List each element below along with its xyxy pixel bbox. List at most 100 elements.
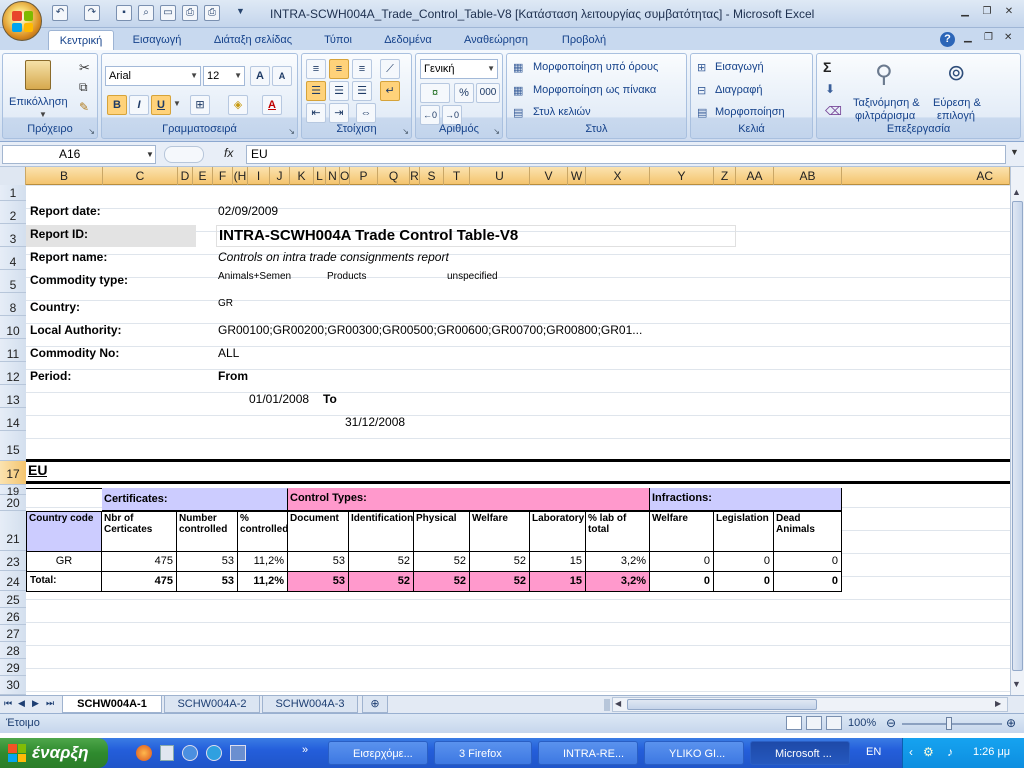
row-header[interactable]: 30 [0, 676, 26, 695]
column-header-u[interactable]: U [470, 167, 530, 185]
paste-icon[interactable] [25, 60, 51, 90]
quicklaunch-more-icon[interactable]: » [302, 744, 308, 756]
shrink-font-icon[interactable]: A [272, 66, 292, 86]
row-header[interactable]: 5 [0, 270, 26, 293]
row-header[interactable]: 23 [0, 551, 26, 571]
minimize-icon[interactable]: ▁ [954, 4, 976, 20]
column-header-z[interactable]: Z [714, 167, 736, 185]
column-header-n[interactable]: N [326, 167, 340, 185]
find-select-button-line1[interactable]: Εύρεση & [933, 97, 981, 109]
column-header-f[interactable]: F [213, 167, 233, 185]
row-header[interactable]: 21 [0, 511, 26, 551]
zoom-slider-thumb[interactable] [946, 717, 952, 730]
row-header[interactable]: 26 [0, 608, 26, 625]
column-header-d[interactable]: D [178, 167, 193, 185]
language-indicator[interactable]: EN [866, 746, 881, 758]
sheet-tab-3[interactable]: SCHW004A-3 [262, 696, 358, 713]
number-format-combo[interactable]: Γενική ▼ [420, 59, 498, 79]
zoom-out-icon[interactable]: ⊖ [886, 716, 896, 730]
autosum-icon[interactable]: Σ [823, 59, 831, 75]
column-header-ab[interactable]: AB [774, 167, 842, 185]
open-icon[interactable]: ▭ [160, 5, 176, 21]
accounting-format-icon[interactable]: ¤ [420, 83, 450, 103]
cut-icon[interactable]: ✂ [79, 60, 90, 76]
column-header-p[interactable]: P [350, 167, 378, 185]
horizontal-scrollbar[interactable]: ◀ ▶ [612, 697, 1008, 712]
quick-print-icon[interactable]: ⎙ [182, 5, 198, 21]
column-header-y[interactable]: Y [650, 167, 714, 185]
column-header-x[interactable]: X [586, 167, 650, 185]
tab-split-handle[interactable] [604, 699, 610, 711]
tab-review[interactable]: Αναθεώρηση [452, 30, 540, 50]
task-firefox[interactable]: 3 Firefox [434, 741, 532, 765]
tab-home[interactable]: Κεντρική [48, 30, 114, 50]
format-painter-icon[interactable]: ✎ [79, 100, 89, 114]
scroll-down-icon[interactable]: ▼ [1012, 679, 1021, 689]
number-launcher-icon[interactable]: ↘ [493, 127, 500, 136]
align-left-icon[interactable]: ☰ [306, 81, 326, 101]
expand-formula-bar-icon[interactable]: ▼ [1010, 147, 1019, 157]
sheet-tab-2[interactable]: SCHW004A-2 [164, 696, 260, 713]
insert-sheet-icon[interactable]: ⊕ [362, 696, 388, 713]
column-header-c[interactable]: C [103, 167, 178, 185]
quicklaunch-desktop-icon[interactable] [230, 745, 246, 761]
decrease-indent-icon[interactable]: ⇤ [306, 103, 326, 123]
font-name-combo[interactable]: Arial ▼ [105, 66, 201, 86]
underline-button[interactable]: U [151, 95, 171, 115]
row-header[interactable]: 24 [0, 571, 26, 591]
scroll-left-icon[interactable]: ◀ [615, 699, 621, 708]
column-header-k[interactable]: K [290, 167, 314, 185]
wb-restore-icon[interactable]: ❐ [984, 32, 993, 43]
column-header-t[interactable]: T [444, 167, 470, 185]
align-right-icon[interactable]: ☰ [352, 81, 372, 101]
tray-volume-icon[interactable]: ♪ [947, 745, 953, 759]
insert-cells-button[interactable]: Εισαγωγή [715, 61, 764, 73]
row-header[interactable]: 28 [0, 642, 26, 659]
clear-icon[interactable]: ⌫ [825, 104, 842, 118]
grow-font-icon[interactable]: A [250, 66, 270, 86]
row-header[interactable]: 8 [0, 293, 26, 316]
find-select-button-line2[interactable]: επιλογή [937, 110, 975, 122]
quicklaunch-doc-icon[interactable] [160, 745, 174, 761]
column-header-o[interactable]: O [340, 167, 350, 185]
firefox-quicklaunch-icon[interactable] [136, 745, 152, 761]
print-preview-icon[interactable]: ⌕ [138, 5, 154, 21]
page-break-view-icon[interactable] [826, 716, 842, 730]
conditional-formatting-button[interactable]: Μορφοποίηση υπό όρους [533, 61, 658, 73]
column-header-e[interactable]: E [193, 167, 213, 185]
select-all-corner[interactable] [0, 167, 26, 185]
row-header[interactable]: 3 [0, 224, 26, 247]
merge-center-icon[interactable]: ⇔ [356, 103, 376, 123]
column-header-s[interactable]: S [420, 167, 444, 185]
save-icon[interactable]: ▪ [116, 5, 132, 21]
fill-color-icon[interactable]: ◈ [228, 95, 248, 115]
sort-filter-button-line2[interactable]: φιλτράρισμα [855, 110, 915, 122]
task-microsoft-excel[interactable]: Microsoft ... [750, 741, 850, 765]
align-top-icon[interactable]: ≡ [306, 59, 326, 79]
column-header-q[interactable]: Q [378, 167, 410, 185]
delete-cells-button[interactable]: Διαγραφή [715, 84, 763, 96]
paste-button[interactable]: Επικόλληση [9, 96, 68, 108]
tab-data[interactable]: Δεδομένα [372, 30, 444, 50]
clipboard-launcher-icon[interactable]: ↘ [88, 127, 95, 136]
tab-insert[interactable]: Εισαγωγή [124, 30, 190, 50]
first-sheet-icon[interactable]: ⏮ [4, 698, 12, 709]
restore-icon[interactable]: ❐ [976, 4, 998, 20]
qat-dropdown-icon[interactable]: ▼ [236, 6, 245, 16]
row-header[interactable]: 29 [0, 659, 26, 676]
name-box[interactable]: A16 [2, 145, 156, 164]
prev-sheet-icon[interactable]: ◀ [18, 698, 25, 709]
font-color-icon[interactable]: A [262, 95, 282, 115]
increase-decimal-icon[interactable]: ←0 [420, 105, 440, 125]
task-email[interactable]: Εισερχόμε... [328, 741, 428, 765]
column-header-r[interactable]: R [410, 167, 420, 185]
vertical-scrollbar[interactable]: ▲ ▼ [1010, 167, 1024, 695]
orientation-icon[interactable]: ⟋ [380, 59, 400, 79]
column-header-h[interactable]: (H [233, 167, 248, 185]
paste-dropdown-icon[interactable]: ▼ [39, 110, 47, 119]
row-header[interactable]: 20 [0, 495, 26, 511]
insert-function-icon[interactable]: fx [224, 146, 233, 160]
font-launcher-icon[interactable]: ↘ [288, 127, 295, 136]
format-cells-button[interactable]: Μορφοποίηση [715, 106, 785, 118]
format-as-table-button[interactable]: Μορφοποίηση ως πίνακα [533, 84, 656, 96]
